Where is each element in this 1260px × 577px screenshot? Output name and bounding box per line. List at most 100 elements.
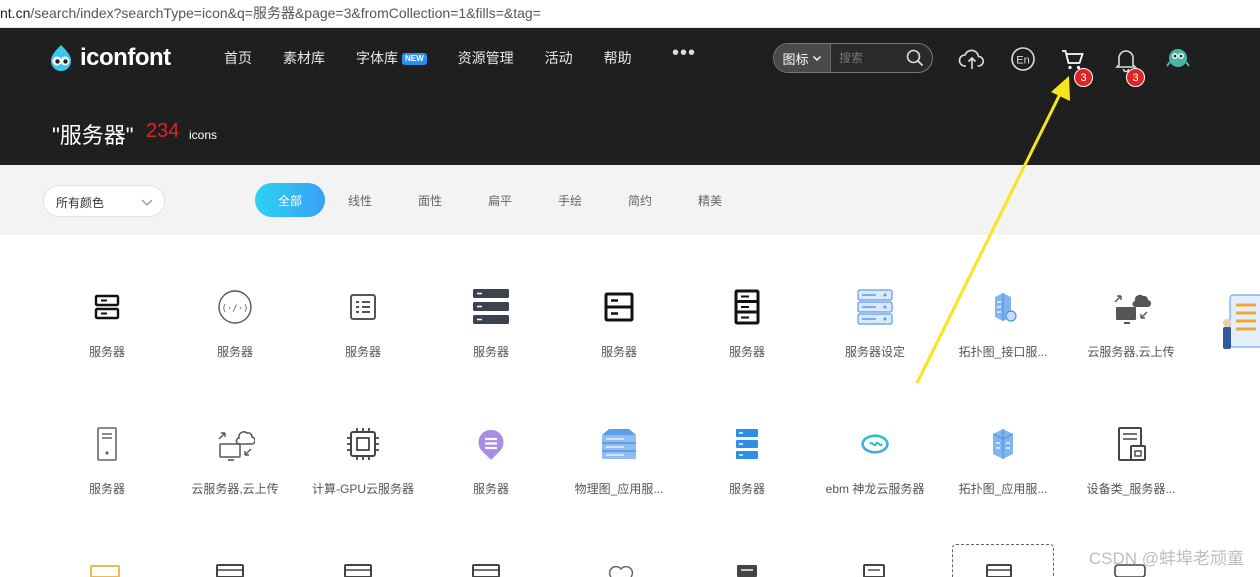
chevron-down-icon <box>812 56 821 61</box>
tab-all[interactable]: 全部 <box>255 183 325 217</box>
nav-events[interactable]: 活动 <box>545 48 573 68</box>
icon-card[interactable]: 服务器 <box>43 372 171 502</box>
physical-app-server-icon <box>602 429 636 459</box>
icon-card[interactable]: 云服务器,云上传 <box>1067 235 1195 365</box>
server-box-icon <box>604 292 634 322</box>
icon-card-label: 服务器 <box>728 482 765 496</box>
server-icon <box>344 564 372 577</box>
nav-materials[interactable]: 素材库 <box>283 48 325 68</box>
server-rack-icon <box>473 289 509 324</box>
search-type-select[interactable]: 图标 <box>774 44 831 72</box>
nav-fonts[interactable]: 字体库 NEW <box>356 48 427 68</box>
icon-card-label: 服务器 <box>88 482 125 496</box>
search-query: "服务器" <box>52 123 134 148</box>
result-unit: icons <box>189 128 218 142</box>
nav-fonts-label: 字体库 <box>356 50 398 66</box>
server-icon <box>216 564 244 577</box>
logo-text: iconfont <box>80 44 171 71</box>
url-host: nt.cn <box>0 5 31 21</box>
svg-text:En: En <box>1016 55 1029 67</box>
top-nav: iconfont 首页 素材库 字体库 NEW 资源管理 活动 帮助 ••• 图标… <box>0 28 1260 90</box>
icon-card[interactable]: 服务器 <box>299 235 427 365</box>
gpu-chip-icon <box>347 428 379 460</box>
icon-card-label: 服务器设定 <box>844 345 905 359</box>
icon-card-label: 服务器 <box>472 345 509 359</box>
new-badge: NEW <box>402 53 427 65</box>
server-pin-icon <box>478 429 504 460</box>
server-icon <box>94 294 120 320</box>
csdn-watermark: CSDN @蚌埠老顽童 <box>1088 549 1244 568</box>
topology-app-server-icon <box>992 429 1014 459</box>
icon-card-label: 服务器 <box>344 345 381 359</box>
icon-card-label: 拓扑图_应用服... <box>958 482 1048 496</box>
cloud-server-icon <box>608 566 634 577</box>
server-illustration-icon <box>1223 294 1260 349</box>
icon-card[interactable]: 拓扑图_接口服... <box>939 235 1067 365</box>
icon-card[interactable]: 计算-GPU云服务器 <box>299 372 427 502</box>
logo[interactable]: iconfont <box>46 43 171 73</box>
icon-card-label: 云服务器,云上传 <box>191 482 279 496</box>
icon-card-label: 拓扑图_接口服... <box>958 345 1048 359</box>
tab-flat[interactable]: 扁平 <box>465 183 535 217</box>
upload-cloud-icon[interactable] <box>958 45 986 73</box>
tab-fill[interactable]: 面性 <box>395 183 465 217</box>
server-tower-outline-icon <box>97 427 117 461</box>
icon-card-label: 服务器 <box>600 345 637 359</box>
more-menu-icon[interactable]: ••• <box>672 42 696 65</box>
avatar-icon[interactable] <box>1164 44 1192 72</box>
icon-card-label: 云服务器,云上传 <box>1087 345 1175 359</box>
nav-help[interactable]: 帮助 <box>604 48 632 68</box>
server-settings-icon <box>857 289 893 325</box>
tab-hand-drawn[interactable]: 手绘 <box>535 183 605 217</box>
server-icon <box>863 564 885 577</box>
filter-bar: 所有颜色 全部 线性 面性 扁平 手绘 简约 精美 <box>0 165 1260 235</box>
topology-interface-server-icon <box>995 293 1017 322</box>
server-circle-icon: (·/·) <box>218 290 252 324</box>
device-server-icon <box>1118 427 1146 461</box>
server-icon <box>986 564 1012 577</box>
nav-resources[interactable]: 资源管理 <box>458 48 514 68</box>
notification-count-badge: 3 <box>1126 68 1145 87</box>
main-menu: 首页 素材库 字体库 NEW 资源管理 活动 帮助 <box>224 48 663 68</box>
icon-card[interactable]: 服务器 <box>683 372 811 502</box>
cloud-upload-server-icon <box>1114 294 1151 324</box>
icon-card[interactable]: 服务器 <box>427 372 555 502</box>
cloud-upload-server-outline-icon <box>218 431 255 461</box>
icon-card[interactable]: 服务器设定 <box>811 235 939 365</box>
icon-card-label: 服务器 <box>472 482 509 496</box>
server-tower-icon <box>734 289 760 325</box>
page: nt.cn/search/index?searchType=icon&q=服务器… <box>0 0 1260 577</box>
icon-card[interactable]: 拓扑图_应用服... <box>939 372 1067 502</box>
color-filter-select[interactable]: 所有颜色 <box>43 185 165 217</box>
address-bar[interactable]: nt.cn/search/index?searchType=icon&q=服务器… <box>0 0 1260 28</box>
search-input[interactable] <box>839 51 909 65</box>
icon-card-label: 服务器 <box>88 345 125 359</box>
search-heading: "服务器" 234 icons <box>0 90 1260 165</box>
icon-card[interactable]: 物理图_应用服... <box>555 372 683 502</box>
server-icon <box>737 565 757 577</box>
search-icon[interactable] <box>906 49 924 67</box>
icon-card[interactable]: 服务器 <box>427 235 555 365</box>
icon-card[interactable]: 服务器 <box>555 235 683 365</box>
icon-card[interactable]: 服务器 <box>43 235 171 365</box>
result-count: 234 <box>146 120 180 142</box>
chevron-down-icon <box>141 199 153 206</box>
icon-card-label: 设备类_服务器... <box>1086 482 1176 496</box>
server-icon <box>90 565 120 577</box>
icon-card[interactable]: 云服务器,云上传 <box>171 372 299 502</box>
language-en-icon[interactable]: En <box>1009 45 1037 73</box>
icon-card[interactable]: 设备类_服务器... <box>1067 372 1195 502</box>
nav-home[interactable]: 首页 <box>224 48 252 68</box>
icon-card-label: 物理图_应用服... <box>574 482 664 496</box>
icon-card[interactable]: (·/·) 服务器 <box>171 235 299 365</box>
icon-card-label: 服务器 <box>728 345 765 359</box>
iconfont-logo-icon <box>51 45 71 71</box>
cart-count-badge: 3 <box>1074 68 1093 87</box>
tab-simple[interactable]: 简约 <box>605 183 675 217</box>
url-path: /search/index?searchType=icon&q=服务器&page… <box>30 5 541 21</box>
server-stack-blue-icon <box>736 429 758 459</box>
icon-card[interactable]: ebm 神龙云服务器 <box>811 372 939 502</box>
tab-fine[interactable]: 精美 <box>675 183 745 217</box>
tab-line[interactable]: 线性 <box>325 183 395 217</box>
icon-card[interactable]: 服务器 <box>683 235 811 365</box>
